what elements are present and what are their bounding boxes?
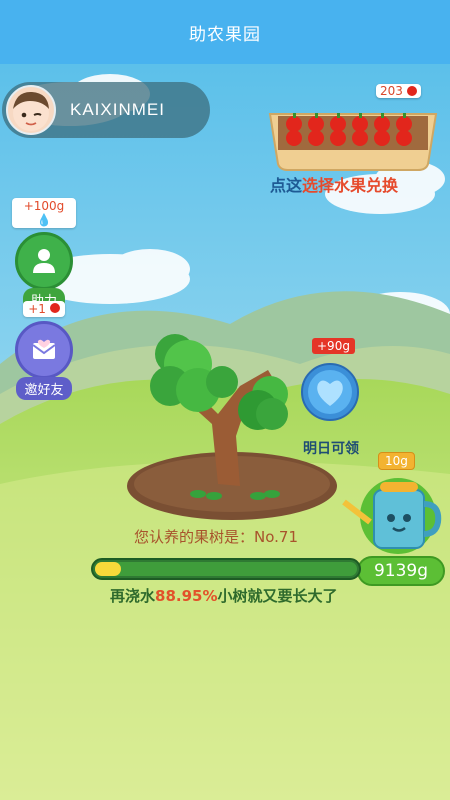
- invite-reward-text: +1: [28, 302, 46, 316]
- basket-count: 203: [380, 84, 403, 98]
- growth-percent: 88.95%: [155, 587, 218, 605]
- avatar[interactable]: [6, 85, 56, 135]
- apple-icon: [49, 303, 60, 313]
- help-reward-text: +100g: [23, 199, 65, 213]
- water-total: 9139g: [357, 556, 445, 586]
- watering-can-button[interactable]: [340, 470, 444, 556]
- growth-message: 再浇水88.95%小树就又要长大了: [110, 585, 338, 606]
- username: KAIXINMEI: [70, 100, 165, 119]
- invite-label: 邀好友: [16, 377, 72, 400]
- help-button[interactable]: +100g 💧 助力: [12, 198, 76, 311]
- app-header: 助农果园: [0, 0, 450, 64]
- people-icon: [33, 249, 55, 273]
- bonus-amount: +90g: [312, 338, 355, 354]
- bonus-water-bubble[interactable]: [300, 362, 360, 422]
- fruit-basket[interactable]: [268, 100, 438, 172]
- envelope-heart-icon: [32, 339, 56, 359]
- exchange-prefix: 点这: [270, 176, 303, 195]
- help-reward: +100g 💧: [12, 198, 76, 228]
- exchange-link[interactable]: 点这选择水果兑换: [270, 172, 398, 196]
- invite-button[interactable]: +1 邀好友: [12, 298, 76, 400]
- basket-count-badge: 203: [376, 84, 421, 98]
- help-icon-circle[interactable]: [15, 232, 73, 290]
- water-drop-icon: 💧: [36, 213, 52, 227]
- user-profile[interactable]: KAIXINMEI: [2, 82, 210, 138]
- tree-caption: 您认养的果树是：No.71: [134, 528, 298, 546]
- watering-can-icon: [342, 478, 442, 554]
- growth-message-prefix: 再浇水: [110, 587, 156, 605]
- can-per-use: 10g: [378, 452, 415, 470]
- progress-fill: [95, 562, 121, 576]
- page-title: 助农果园: [189, 24, 261, 45]
- apple-icon: [406, 86, 417, 96]
- growth-message-suffix: 小树就又要长大了: [217, 587, 338, 605]
- growth-progress-bar: [91, 558, 361, 580]
- progress-track: [95, 562, 357, 576]
- exchange-highlight: 选择水果兑换: [302, 176, 399, 195]
- invite-reward: +1: [23, 301, 65, 317]
- invite-icon-circle[interactable]: [15, 321, 73, 379]
- bonus-label: 明日可领: [303, 441, 359, 457]
